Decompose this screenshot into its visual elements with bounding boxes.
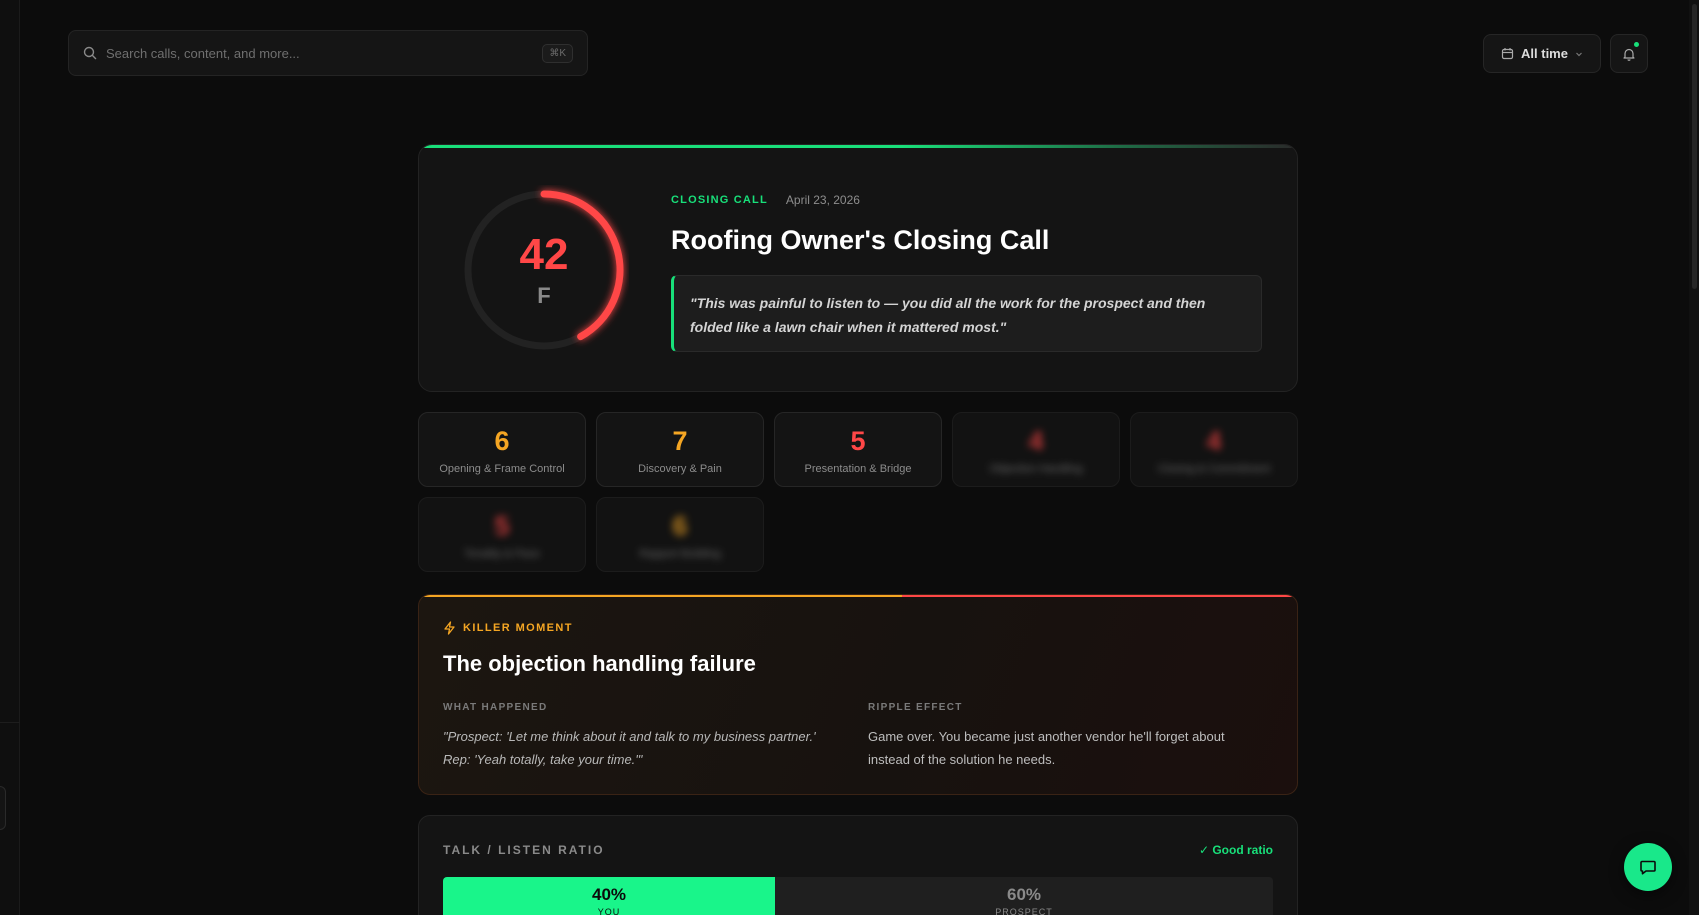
notifications-button[interactable] (1610, 34, 1648, 73)
ripple-effect-text: Game over. You became just another vendo… (868, 729, 1225, 767)
search-shortcut-badge: ⌘K (542, 43, 573, 63)
talk-ratio-prospect-segment: 60% PROSPECT (775, 877, 1273, 915)
lightning-icon (444, 621, 455, 635)
category-score-label: Discovery & Pain (638, 463, 722, 475)
killer-moment-tag: KILLER MOMENT (443, 621, 573, 635)
search-input[interactable] (106, 45, 543, 61)
prospect-percent: 60% (1006, 885, 1042, 904)
talk-ratio-bar: 40% YOU 60% PROSPECT (443, 877, 1273, 915)
category-score-label: Presentation & Bridge (804, 463, 912, 475)
category-score-value: 6 (494, 426, 510, 456)
call-date: April 23, 2026 (785, 193, 860, 207)
category-score-card-locked[interactable]: 5 Tonality & Pace (418, 497, 586, 572)
call-title: Roofing Owner's Closing Call (671, 225, 1050, 255)
time-filter-label: All time (1521, 46, 1568, 61)
category-score-label: Tonality & Pace (464, 548, 540, 560)
talk-ratio-title: TALK / LISTEN RATIO (443, 843, 605, 857)
score-grade: F (537, 283, 551, 308)
category-score-value: 5 (494, 511, 510, 541)
rail-divider (0, 722, 20, 723)
what-happened-section: WHAT HAPPENED "Prospect: 'Let me think a… (443, 702, 843, 771)
category-score-label: Objection Handling (989, 463, 1083, 475)
card-accent-bar (419, 595, 1297, 597)
killer-moment-tag-label: KILLER MOMENT (463, 622, 573, 634)
talk-ratio-status: ✓ Good ratio (1198, 843, 1273, 857)
notification-dot (1634, 42, 1639, 47)
calendar-icon (1501, 48, 1514, 60)
chevron-down-icon (1576, 52, 1582, 56)
category-score-grid: 6 Opening & Frame Control 7 Discovery & Pai… (418, 412, 1298, 572)
category-score-value: 6 (672, 511, 688, 541)
category-score-card: 5 Presentation & Bridge (774, 412, 942, 487)
search-bar[interactable]: ⌘K (68, 30, 588, 76)
category-score-label: Opening & Frame Control (439, 463, 565, 475)
call-type-tag: CLOSING CALL (671, 194, 768, 206)
category-score-card: 7 Discovery & Pain (596, 412, 764, 487)
left-rail (0, 0, 20, 915)
search-icon (83, 46, 97, 60)
category-score-value: 5 (850, 426, 866, 456)
category-score-label: Closing & Commitment (1157, 463, 1271, 475)
score-readout: 42 F (459, 185, 629, 355)
ripple-effect-label: RIPPLE EFFECT (868, 702, 963, 713)
category-score-value: 4 (1028, 426, 1044, 456)
verdict-quote: "This was painful to listen to — you did… (671, 275, 1262, 352)
card-accent-bar (419, 145, 1297, 148)
call-report: 42 F CLOSING CALL April 23, 2026 Roofing… (418, 144, 1298, 915)
sidebar-toggle-handle[interactable] (0, 786, 6, 830)
call-summary-card: 42 F CLOSING CALL April 23, 2026 Roofing… (418, 144, 1298, 392)
prospect-label: PROSPECT (995, 907, 1053, 915)
what-happened-label: WHAT HAPPENED (443, 702, 548, 713)
talk-ratio-you-segment: 40% YOU (443, 877, 775, 915)
killer-moment-card: KILLER MOMENT The objection handling fai… (418, 594, 1298, 795)
scrollbar-thumb[interactable] (1692, 4, 1697, 289)
call-meta: CLOSING CALL April 23, 2026 (671, 193, 860, 207)
bell-icon (1623, 48, 1635, 61)
category-score-label: Rapport Building (639, 548, 721, 560)
what-happened-text: "Prospect: 'Let me think about it and ta… (443, 729, 816, 767)
chat-icon (1640, 860, 1656, 875)
talk-listen-ratio-card: TALK / LISTEN RATIO ✓ Good ratio 40% YOU… (418, 815, 1298, 915)
you-percent: 40% (591, 885, 627, 904)
page-scrollbar[interactable] (1689, 0, 1699, 915)
category-score-card-locked[interactable]: 4 Objection Handling (952, 412, 1120, 487)
category-score-card-locked[interactable]: 6 Rapport Building (596, 497, 764, 572)
category-score-value: 4 (1206, 426, 1222, 456)
category-score-value: 7 (672, 426, 688, 456)
killer-moment-title: The objection handling failure (443, 651, 756, 676)
category-score-card-locked[interactable]: 4 Closing & Commitment (1130, 412, 1298, 487)
ripple-effect-section: RIPPLE EFFECT Game over. You became just… (868, 702, 1268, 771)
category-score-card: 6 Opening & Frame Control (418, 412, 586, 487)
you-label: YOU (597, 907, 621, 915)
chat-button[interactable] (1624, 843, 1672, 891)
score-value: 42 (519, 230, 569, 279)
time-filter-button[interactable]: All time (1483, 34, 1601, 73)
